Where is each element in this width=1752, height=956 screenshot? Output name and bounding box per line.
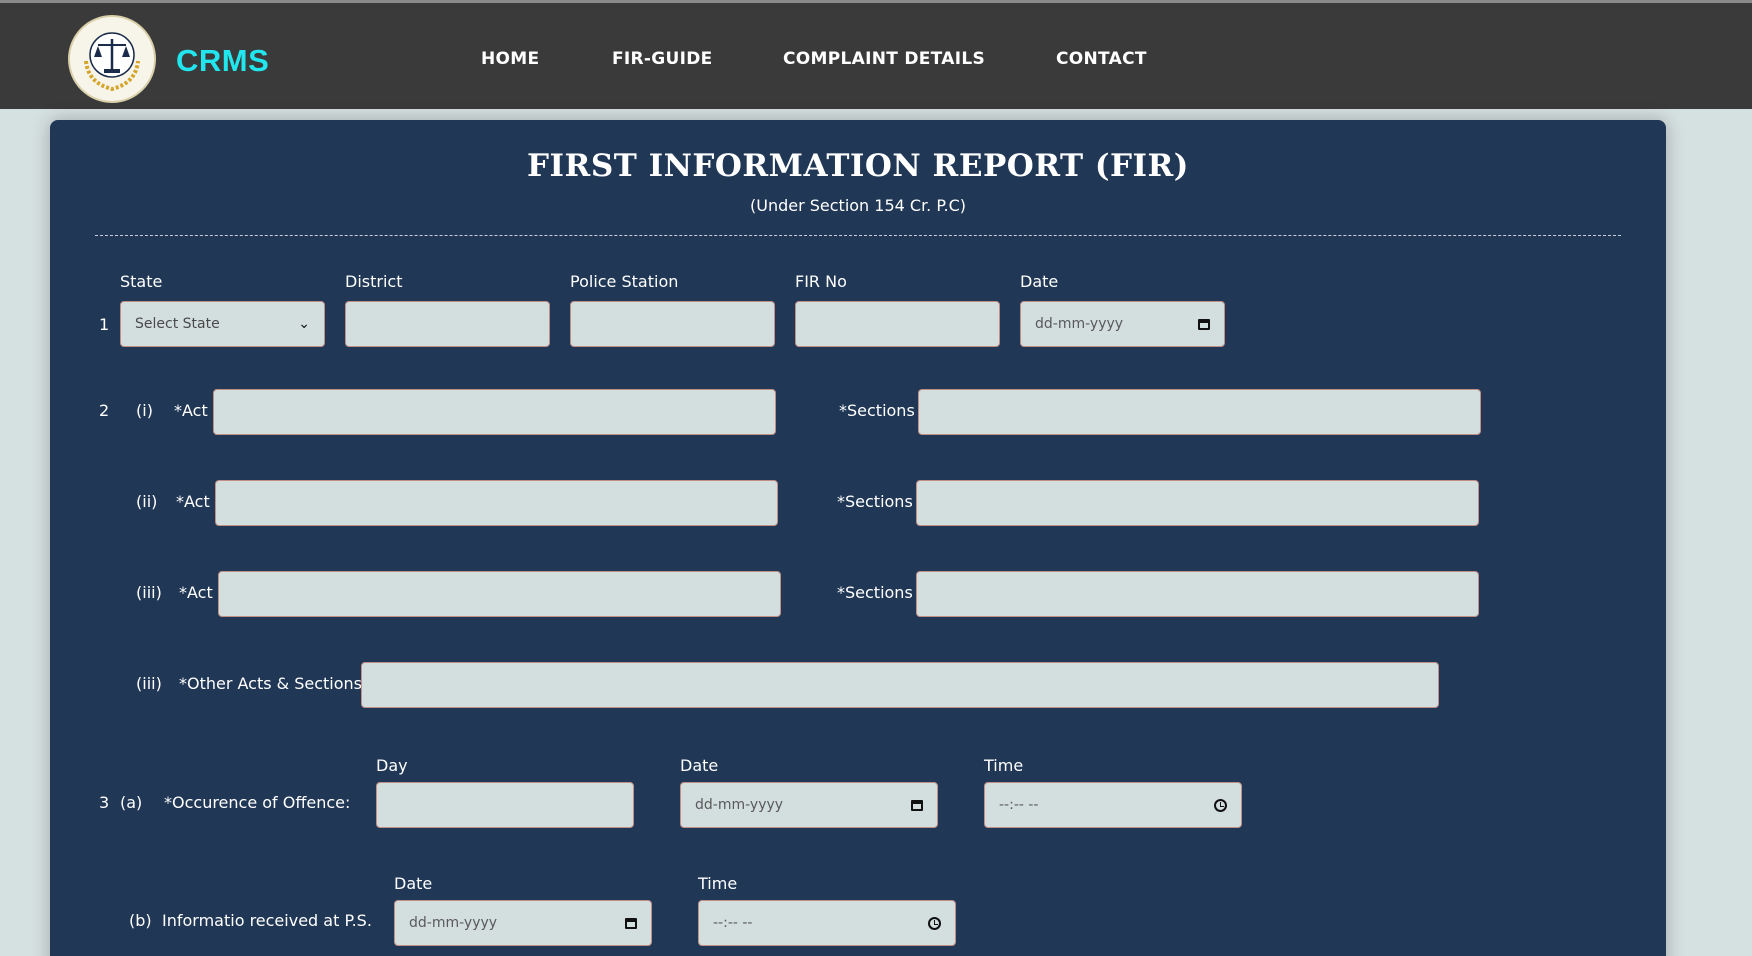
- occurrence-day-input[interactable]: [376, 782, 634, 828]
- occurrence-date-placeholder: dd-mm-yyyy: [695, 797, 784, 813]
- district-label: District: [345, 272, 403, 291]
- received-date-label: Date: [394, 874, 433, 893]
- received-index: (b): [129, 911, 152, 930]
- crms-logo[interactable]: [68, 15, 156, 103]
- received-time-input[interactable]: --:-- --: [698, 900, 956, 946]
- act-label-2: *Act: [176, 492, 210, 511]
- occurrence-time-input[interactable]: --:-- --: [984, 782, 1242, 828]
- police-station-label: Police Station: [570, 272, 679, 291]
- received-label: Informatio received at P.S.: [162, 911, 372, 930]
- calendar-icon[interactable]: [625, 917, 637, 929]
- row-number-1: 1: [99, 315, 110, 334]
- clock-icon[interactable]: [1214, 798, 1227, 812]
- brand-name[interactable]: CRMS: [176, 43, 269, 79]
- police-station-input[interactable]: [570, 301, 775, 347]
- calendar-icon[interactable]: [911, 799, 923, 811]
- occurrence-date-label: Date: [680, 756, 719, 775]
- sections-input-3[interactable]: [916, 571, 1479, 617]
- occurrence-date-input[interactable]: dd-mm-yyyy: [680, 782, 938, 828]
- other-acts-input[interactable]: [361, 662, 1439, 708]
- sections-label-3: *Sections: [837, 583, 913, 602]
- nav-home[interactable]: HOME: [481, 49, 539, 69]
- fir-date-input[interactable]: dd-mm-yyyy: [1020, 301, 1225, 347]
- fir-form-card: FIRST INFORMATION REPORT (FIR) (Under Se…: [50, 120, 1666, 956]
- row-number-2: 2: [99, 401, 110, 420]
- act-label-1: *Act: [174, 401, 208, 420]
- state-label: State: [120, 272, 163, 291]
- divider: [95, 235, 1621, 236]
- act-input-2[interactable]: [215, 480, 778, 526]
- received-time-label: Time: [698, 874, 738, 893]
- nav-contact[interactable]: CONTACT: [1056, 49, 1147, 69]
- row-number-3: 3: [99, 793, 110, 812]
- act-input-3[interactable]: [218, 571, 781, 617]
- other-acts-label: *Other Acts & Sections: [179, 674, 363, 693]
- district-input[interactable]: [345, 301, 550, 347]
- nav-complaint-details[interactable]: COMPLAINT DETAILS: [783, 49, 985, 69]
- occurrence-time-placeholder: --:-- --: [999, 797, 1039, 813]
- act-input-1[interactable]: [213, 389, 776, 435]
- occurrence-time-label: Time: [984, 756, 1024, 775]
- received-time-placeholder: --:-- --: [713, 915, 753, 931]
- clock-icon[interactable]: [928, 916, 941, 930]
- act-index-1: (i): [136, 401, 153, 420]
- received-date-input[interactable]: dd-mm-yyyy: [394, 900, 652, 946]
- received-date-placeholder: dd-mm-yyyy: [409, 915, 498, 931]
- fir-no-input[interactable]: [795, 301, 1000, 347]
- occurrence-label: *Occurence of Offence:: [164, 793, 351, 812]
- fir-no-label: FIR No: [795, 272, 847, 291]
- act-label-3: *Act: [179, 583, 213, 602]
- chevron-down-icon: ⌄: [298, 316, 310, 332]
- top-navbar: CRMS HOME FIR-GUIDE COMPLAINT DETAILS CO…: [0, 0, 1752, 109]
- state-select[interactable]: Select State ⌄: [120, 301, 325, 347]
- fir-date-placeholder: dd-mm-yyyy: [1035, 316, 1124, 332]
- sections-label-2: *Sections: [837, 492, 913, 511]
- sections-input-1[interactable]: [918, 389, 1481, 435]
- fir-date-label: Date: [1020, 272, 1059, 291]
- occurrence-day-label: Day: [376, 756, 408, 775]
- occurrence-index: (a): [120, 793, 143, 812]
- sections-label-1: *Sections: [839, 401, 915, 420]
- calendar-icon[interactable]: [1198, 318, 1210, 330]
- form-subtitle: (Under Section 154 Cr. P.C): [749, 196, 967, 215]
- act-index-3: (iii): [136, 583, 162, 602]
- sections-input-2[interactable]: [916, 480, 1479, 526]
- nav-fir-guide[interactable]: FIR-GUIDE: [612, 49, 713, 69]
- state-select-value: Select State: [135, 316, 220, 332]
- scales-of-justice-icon: [76, 23, 148, 95]
- other-acts-index: (iii): [136, 674, 162, 693]
- form-title: FIRST INFORMATION REPORT (FIR): [527, 148, 1189, 184]
- act-index-2: (ii): [136, 492, 158, 511]
